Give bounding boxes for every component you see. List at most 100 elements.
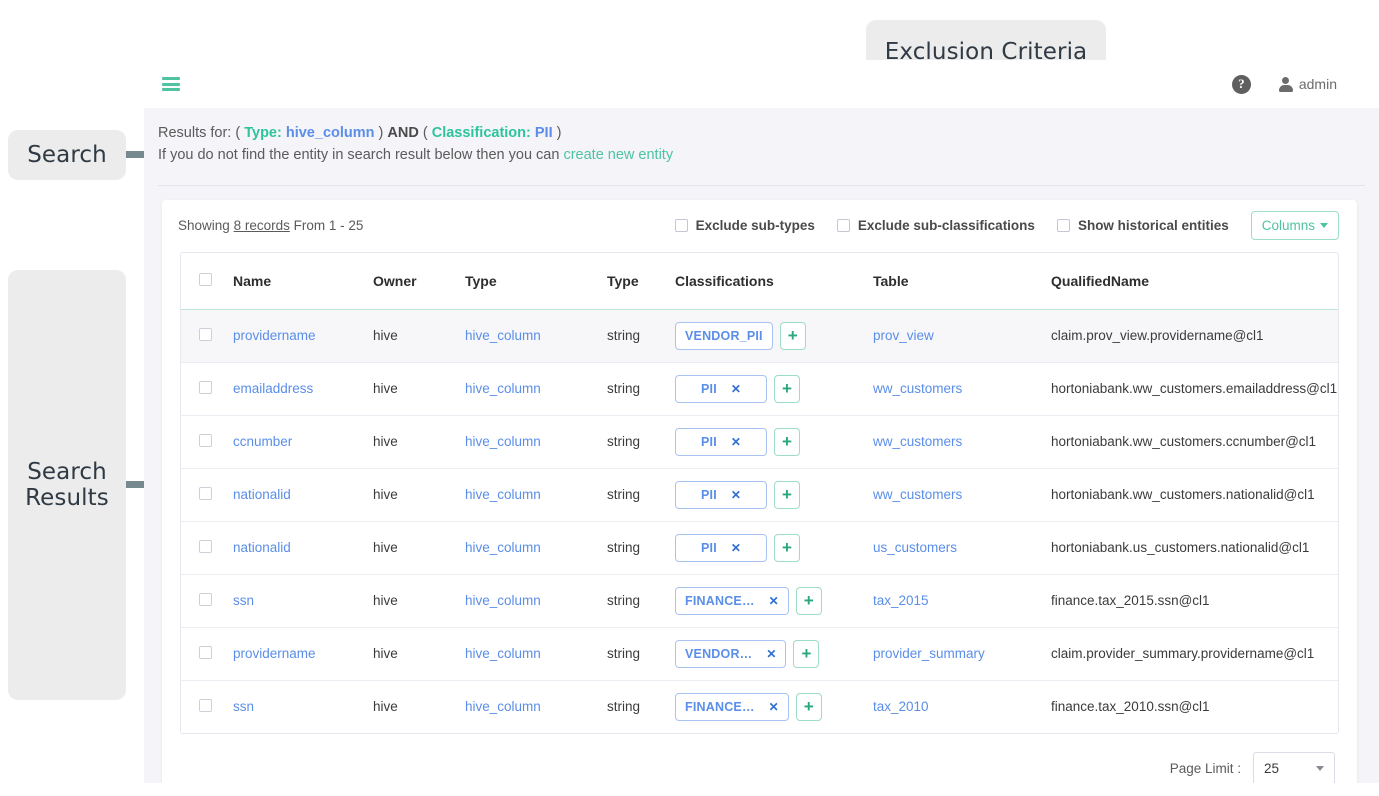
results-table-body: providername hive hive_column string VENDOR_… (181, 309, 1338, 733)
entity-type-link[interactable]: hive_column (465, 540, 541, 555)
classification-tag[interactable]: PII ✕ (675, 480, 767, 509)
columns-button[interactable]: Columns (1250, 211, 1339, 241)
row-checkbox[interactable] (199, 486, 212, 500)
cell-classifications: PII ✕ + (675, 415, 873, 469)
remove-classification-icon[interactable]: ✕ (766, 647, 776, 661)
remove-classification-icon[interactable]: ✕ (769, 700, 779, 714)
classification-tag[interactable]: FINANCE… ✕ (675, 692, 789, 721)
showing-records-count[interactable]: 8 records (234, 218, 290, 233)
row-checkbox[interactable] (199, 539, 212, 553)
entity-name-link[interactable]: providername (233, 646, 316, 661)
remove-classification-icon[interactable]: ✕ (731, 382, 741, 396)
checkbox-box-icon[interactable] (836, 219, 850, 233)
header-classifications[interactable]: Classifications (675, 252, 873, 310)
row-checkbox[interactable] (199, 592, 212, 606)
table-link[interactable]: ww_customers (873, 381, 962, 396)
add-classification-button[interactable]: + (793, 639, 820, 668)
entity-name-link[interactable]: ccnumber (233, 434, 292, 449)
add-classification-button[interactable]: + (774, 427, 800, 456)
row-checkbox[interactable] (199, 380, 212, 394)
remove-classification-icon[interactable]: ✕ (731, 541, 741, 555)
cell-datatype: string (607, 521, 675, 575)
table-header-row: Name Owner Type Type Classifications Tab… (181, 252, 1338, 310)
entity-name-link[interactable]: ssn (233, 699, 254, 714)
create-entity-hint-text: If you do not find the entity in search … (158, 147, 560, 164)
exclude-subtypes-checkbox[interactable]: Exclude sub-types (674, 218, 815, 233)
header-qualifiedname[interactable]: QualifiedName (1051, 252, 1338, 310)
cell-classifications: VENDOR… ✕ + (675, 627, 873, 681)
remove-classification-icon[interactable]: ✕ (769, 594, 779, 608)
entity-name-link[interactable]: emailaddress (233, 381, 313, 396)
header-type[interactable]: Type (465, 252, 607, 310)
table-link[interactable]: us_customers (873, 540, 957, 555)
table-link[interactable]: ww_customers (873, 434, 962, 449)
remove-classification-icon[interactable]: ✕ (731, 488, 741, 502)
user-menu[interactable]: admin (1278, 76, 1337, 92)
classification-tag-row: VENDOR… ✕ + (675, 639, 873, 668)
table-row: ssn hive hive_column string FINANCE… ✕ + tax_20… (181, 680, 1338, 733)
exclude-subclassifications-checkbox[interactable]: Exclude sub-classifications (836, 218, 1035, 233)
add-classification-button[interactable]: + (795, 692, 822, 721)
checkbox-box-icon[interactable] (1056, 219, 1070, 233)
cell-name: ssn (233, 680, 373, 733)
cell-classifications: PII ✕ + (675, 362, 873, 416)
header-name[interactable]: Name (233, 252, 373, 310)
entity-name-link[interactable]: nationalid (233, 540, 291, 555)
add-classification-button[interactable]: + (774, 480, 800, 509)
filter-and-operator: AND (387, 125, 419, 141)
entity-name-link[interactable]: providername (233, 328, 316, 343)
add-classification-button[interactable]: + (774, 374, 800, 403)
classification-tag[interactable]: PII ✕ (675, 533, 767, 562)
show-historical-entities-checkbox[interactable]: Show historical entities (1056, 218, 1229, 233)
create-new-entity-link[interactable]: create new entity (563, 147, 673, 163)
classification-tag-row: PII ✕ + (675, 533, 873, 562)
classification-tag-label: FINANCE… (685, 699, 755, 714)
annotation-search-results-callout: Search Results (8, 270, 126, 700)
classification-tag[interactable]: PII ✕ (675, 427, 767, 456)
add-classification-button[interactable]: + (779, 321, 806, 350)
classification-tag[interactable]: PII ✕ (675, 374, 767, 403)
row-checkbox[interactable] (199, 645, 212, 659)
results-card: Showing 8 records From 1 - 25 Exclude su… (162, 199, 1357, 783)
classification-tag[interactable]: VENDOR_PII (675, 321, 773, 350)
table-link[interactable]: tax_2015 (873, 593, 929, 608)
header-owner[interactable]: Owner (373, 252, 465, 310)
entity-type-link[interactable]: hive_column (465, 434, 541, 449)
header-table[interactable]: Table (873, 252, 1051, 310)
row-checkbox[interactable] (199, 698, 212, 712)
add-classification-button[interactable]: + (795, 586, 822, 615)
entity-type-link[interactable]: hive_column (465, 487, 541, 502)
entity-name-link[interactable]: ssn (233, 593, 254, 608)
cell-owner: hive (373, 627, 465, 681)
help-icon[interactable]: ? (1231, 74, 1251, 94)
select-all-checkbox[interactable] (199, 272, 212, 286)
row-checkbox[interactable] (199, 327, 212, 341)
classification-tag[interactable]: FINANCE… ✕ (675, 586, 789, 615)
cell-classifications: FINANCE… ✕ + (675, 680, 873, 733)
entity-type-link[interactable]: hive_column (465, 699, 541, 714)
row-checkbox[interactable] (199, 433, 212, 447)
entity-type-link[interactable]: hive_column (465, 328, 541, 343)
checkbox-box-icon[interactable] (674, 219, 688, 233)
header-datatype[interactable]: Type (607, 252, 675, 310)
remove-classification-icon[interactable]: ✕ (731, 435, 741, 449)
cell-table: provider_summary (873, 627, 1051, 681)
add-classification-button[interactable]: + (774, 533, 800, 562)
table-link[interactable]: ww_customers (873, 487, 962, 502)
cell-type: hive_column (465, 309, 607, 363)
annotation-search-label: Search (27, 141, 107, 168)
entity-name-link[interactable]: nationalid (233, 487, 291, 502)
table-link[interactable]: prov_view (873, 328, 934, 343)
entity-type-link[interactable]: hive_column (465, 593, 541, 608)
annotation-results-arrow-shaft (126, 481, 146, 488)
table-link[interactable]: provider_summary (873, 646, 985, 661)
entity-type-link[interactable]: hive_column (465, 646, 541, 661)
hamburger-icon[interactable] (162, 77, 180, 91)
user-icon (1278, 76, 1293, 92)
cell-owner: hive (373, 521, 465, 575)
page-limit-select[interactable]: 25 (1253, 751, 1335, 783)
table-link[interactable]: tax_2010 (873, 699, 929, 714)
classification-tag[interactable]: VENDOR… ✕ (675, 639, 787, 668)
entity-type-link[interactable]: hive_column (465, 381, 541, 396)
results-for-prefix: Results for: ( (158, 125, 241, 141)
